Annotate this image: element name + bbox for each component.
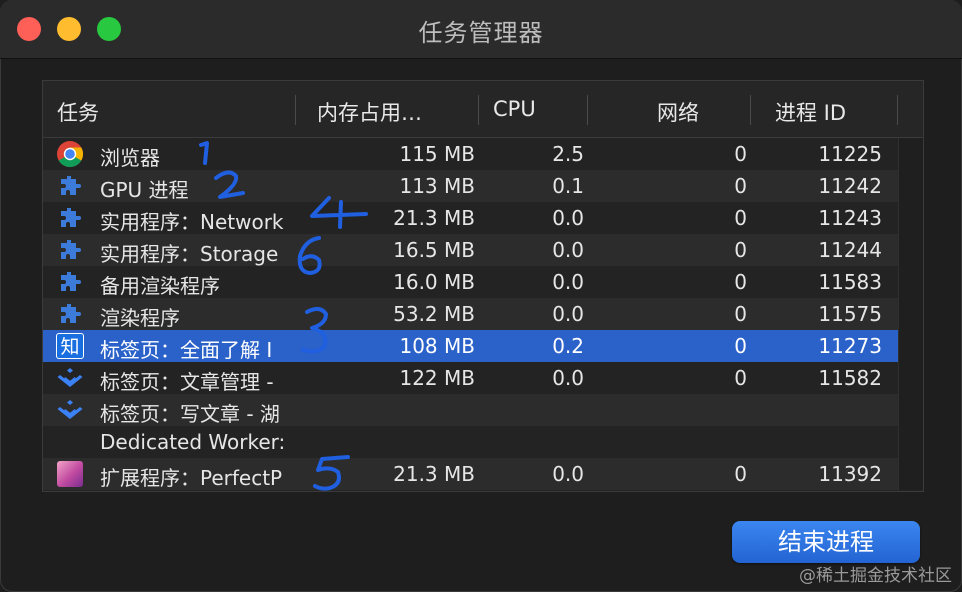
memory-value: 113 MB	[399, 174, 475, 198]
process-rows: 浏览器 115 MB 2.5 0 11225 GPU 进程 113 MB 0.1…	[43, 138, 899, 490]
memory-value: 16.0 MB	[393, 270, 475, 294]
table-row[interactable]: 浏览器 115 MB 2.5 0 11225	[43, 138, 899, 170]
process-name: GPU 进程	[100, 178, 189, 202]
puzzle-icon	[56, 173, 84, 199]
table-row[interactable]: 渲染程序 53.2 MB 0.0 0 11575	[43, 298, 899, 330]
cpu-value: 0.1	[552, 174, 584, 198]
pid-value: 11244	[818, 238, 882, 262]
pid-value: 11273	[818, 334, 882, 358]
process-name: Dedicated Worker:	[100, 430, 286, 454]
network-value: 0	[734, 334, 747, 358]
column-divider[interactable]	[295, 95, 296, 125]
column-header-pid[interactable]: 进程 ID	[775, 97, 846, 127]
column-header-memory[interactable]: 内存占用…	[317, 97, 422, 127]
memory-value: 108 MB	[399, 334, 475, 358]
pid-value: 11225	[818, 142, 882, 166]
pid-value: 11243	[818, 206, 882, 230]
watermark: @稀土掘金技术社区	[799, 566, 952, 586]
network-value: 0	[734, 302, 747, 326]
column-divider[interactable]	[897, 95, 898, 125]
cpu-value: 0.0	[552, 366, 584, 390]
process-name: 标签页：文章管理 -	[100, 370, 274, 394]
memory-value: 21.3 MB	[393, 206, 475, 230]
cpu-value: 0.0	[552, 206, 584, 230]
column-divider[interactable]	[587, 95, 588, 125]
process-name: 浏览器	[100, 146, 160, 170]
cpu-value: 0.2	[552, 334, 584, 358]
network-value: 0	[734, 462, 747, 486]
process-name: 实用程序：Network	[100, 210, 284, 234]
process-name: 标签页：全面了解 I	[100, 338, 273, 362]
end-process-button[interactable]: 结束进程	[732, 521, 920, 563]
pid-value: 11392	[818, 462, 882, 486]
vertical-scrollbar[interactable]	[898, 138, 923, 490]
table-row[interactable]: 实用程序：Storage 16.5 MB 0.0 0 11244	[43, 234, 899, 266]
table-row[interactable]: Dedicated Worker:	[43, 426, 899, 458]
cpu-value: 2.5	[552, 142, 584, 166]
memory-value: 53.2 MB	[393, 302, 475, 326]
cpu-value: 0.0	[552, 302, 584, 326]
puzzle-icon	[56, 237, 84, 263]
table-row[interactable]: 扩展程序：PerfectP 21.3 MB 0.0 0 11392	[43, 458, 899, 490]
column-header-network[interactable]: 网络	[657, 97, 699, 127]
process-name: 渲染程序	[100, 306, 180, 330]
table-header: 任务 内存占用… CPU 网络 进程 ID	[43, 81, 923, 138]
column-header-task[interactable]: 任务	[57, 97, 99, 127]
puzzle-icon	[56, 301, 84, 327]
juejin-icon	[56, 397, 84, 423]
memory-value: 21.3 MB	[393, 462, 475, 486]
process-name: 扩展程序：PerfectP	[100, 466, 283, 490]
cpu-value: 0.0	[552, 462, 584, 486]
network-value: 0	[734, 238, 747, 262]
memory-value: 115 MB	[399, 142, 475, 166]
cpu-value: 0.0	[552, 270, 584, 294]
memory-value: 16.5 MB	[393, 238, 475, 262]
process-name: 备用渲染程序	[100, 274, 220, 298]
cpu-value: 0.0	[552, 238, 584, 262]
column-divider[interactable]	[478, 95, 479, 125]
table-row[interactable]: 标签页：写文章 - 湖	[43, 394, 899, 426]
pid-value: 11242	[818, 174, 882, 198]
chrome-icon	[56, 141, 84, 168]
task-manager-window: 任务管理器 任务 内存占用… CPU 网络 进程 ID 浏览器 115 MB 2…	[0, 0, 962, 592]
extension-icon	[56, 461, 84, 487]
process-name: 实用程序：Storage	[100, 242, 279, 266]
table-row[interactable]: GPU 进程 113 MB 0.1 0 11242	[43, 170, 899, 202]
network-value: 0	[734, 142, 747, 166]
network-value: 0	[734, 270, 747, 294]
zhihu-icon: 知	[56, 333, 84, 359]
column-divider[interactable]	[750, 95, 751, 125]
process-table: 任务 内存占用… CPU 网络 进程 ID 浏览器 115 MB 2.5 0 1…	[42, 80, 924, 492]
process-name: 标签页：写文章 - 湖	[100, 402, 280, 426]
memory-value: 122 MB	[399, 366, 475, 390]
puzzle-icon	[56, 205, 84, 231]
title-bar[interactable]: 任务管理器	[0, 0, 962, 59]
table-row[interactable]: 标签页：文章管理 - 122 MB 0.0 0 11582	[43, 362, 899, 394]
table-row-selected[interactable]: 知 标签页：全面了解 I 108 MB 0.2 0 11273	[43, 330, 899, 362]
network-value: 0	[734, 366, 747, 390]
pid-value: 11583	[818, 270, 882, 294]
table-row[interactable]: 实用程序：Network 21.3 MB 0.0 0 11243	[43, 202, 899, 234]
zhihu-icon-glyph: 知	[56, 333, 84, 359]
puzzle-icon	[56, 269, 84, 295]
network-value: 0	[734, 206, 747, 230]
pid-value: 11582	[818, 366, 882, 390]
pid-value: 11575	[818, 302, 882, 326]
network-value: 0	[734, 174, 747, 198]
juejin-icon	[56, 365, 84, 391]
window-title: 任务管理器	[418, 19, 544, 47]
table-row[interactable]: 备用渲染程序 16.0 MB 0.0 0 11583	[43, 266, 899, 298]
column-header-cpu[interactable]: CPU	[493, 97, 536, 121]
